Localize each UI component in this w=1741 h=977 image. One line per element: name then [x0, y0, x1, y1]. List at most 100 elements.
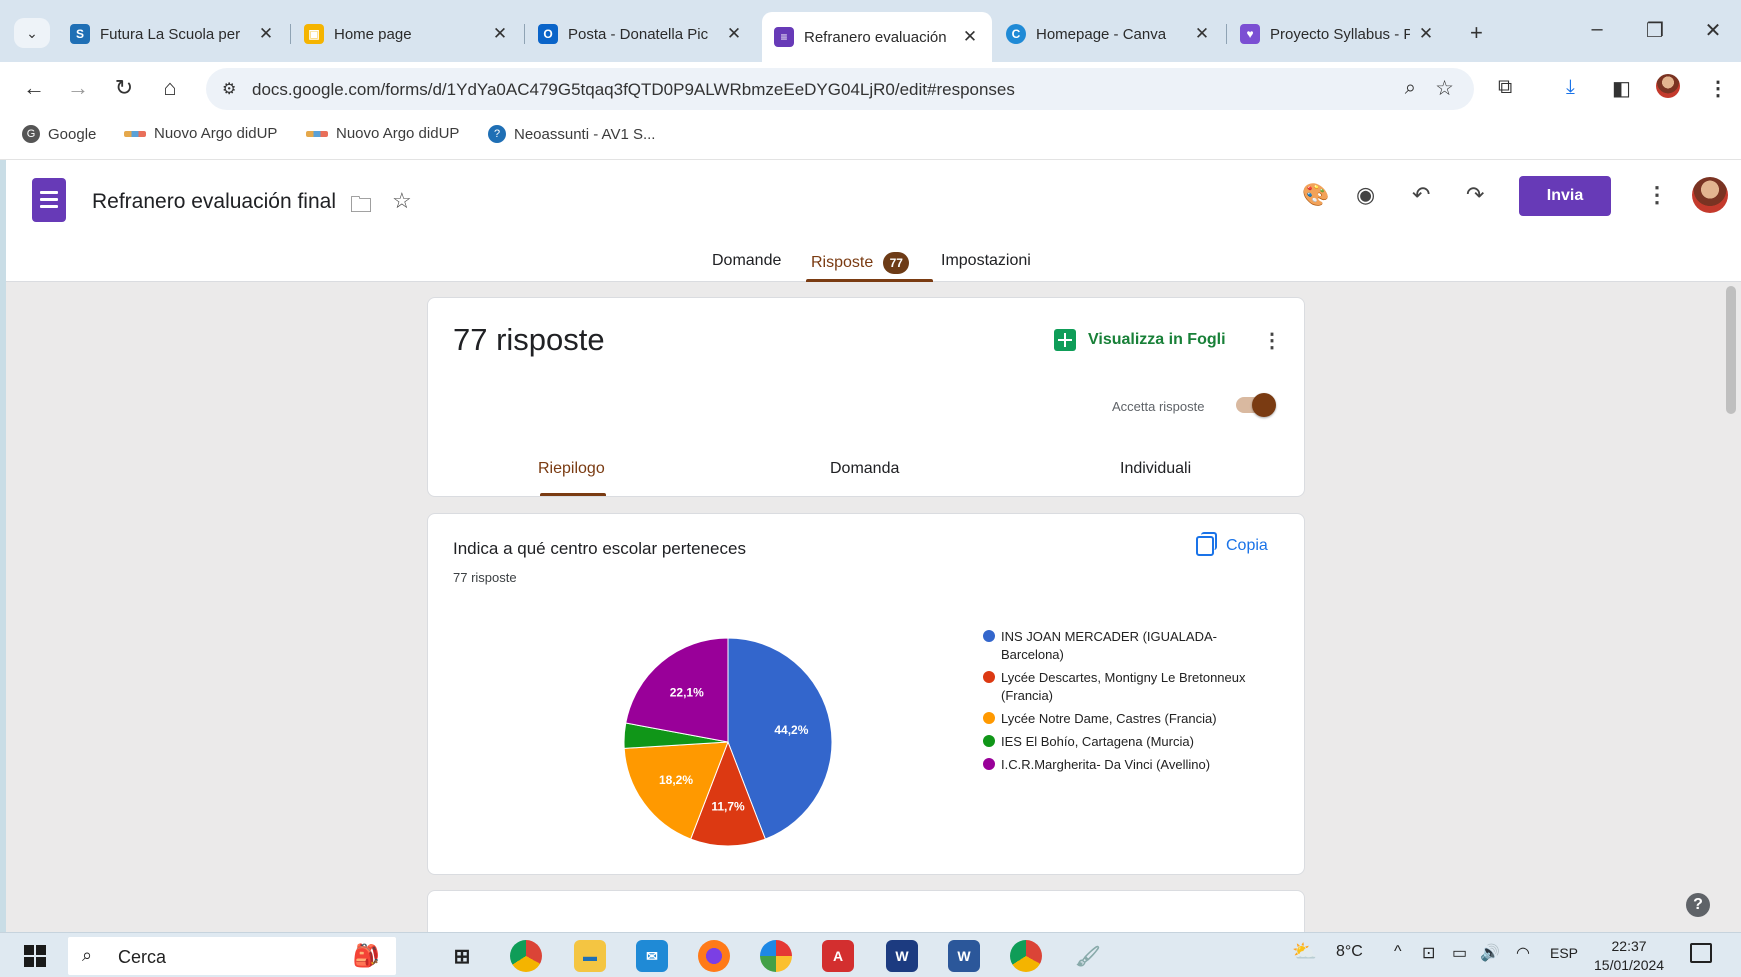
search-placeholder: Cerca — [118, 947, 167, 967]
restore-icon[interactable]: ❐ — [1640, 18, 1670, 43]
pinwheel-app-icon[interactable] — [760, 940, 792, 972]
tab-search-button[interactable]: ⌄ — [14, 18, 50, 48]
more-options-icon[interactable]: ⋮ — [1646, 182, 1668, 208]
legend-item: IES El Bohío, Cartagena (Murcia) — [983, 733, 1253, 751]
tray-chevron-icon[interactable]: ^ — [1394, 943, 1402, 961]
side-panel-icon[interactable]: ◧ — [1612, 76, 1631, 101]
profile-avatar[interactable] — [1656, 74, 1680, 98]
legend-swatch — [983, 712, 995, 724]
paint-icon[interactable]: 🖌 — [1072, 940, 1104, 972]
new-tab-icon[interactable]: + — [1470, 20, 1483, 46]
legend-item: INS JOAN MERCADER (IGUALADA-Barcelona) — [983, 628, 1253, 664]
download-icon[interactable]: ⤓ — [1566, 76, 1575, 99]
back-icon[interactable]: ← — [20, 74, 48, 102]
close-tab-icon[interactable]: ✕ — [1194, 24, 1210, 44]
active-subtab-indicator — [540, 493, 606, 496]
browser-tab[interactable]: C Homepage - Canva ✕ — [994, 14, 1220, 54]
send-button[interactable]: Invia — [1519, 176, 1611, 216]
url-text[interactable]: docs.google.com/forms/d/1YdYa0AC479G5tqa… — [252, 80, 1015, 100]
volume-icon[interactable]: 🔊 — [1480, 943, 1500, 963]
close-tab-icon[interactable]: ✕ — [1418, 24, 1434, 44]
system-clock[interactable]: 22:37 15/01/2024 — [1594, 937, 1664, 975]
close-tab-icon[interactable]: ✕ — [492, 24, 508, 44]
close-tab-icon[interactable]: ✕ — [726, 24, 742, 44]
form-title[interactable]: Refranero evaluación final — [92, 190, 336, 214]
language-indicator[interactable]: ESP — [1550, 945, 1578, 961]
futura-icon: S — [70, 24, 90, 44]
legend-swatch — [983, 671, 995, 683]
reload-icon[interactable]: ↻ — [110, 74, 138, 102]
bookmark-item[interactable]: Nuovo Argo didUP — [124, 125, 277, 142]
star-icon[interactable]: ☆ — [392, 188, 412, 214]
file-explorer-icon[interactable]: ▬ — [574, 940, 606, 972]
zoom-icon[interactable]: ⌕ — [1405, 77, 1416, 100]
notifications-icon[interactable] — [1690, 943, 1712, 963]
bookmark-star-icon[interactable]: ☆ — [1435, 76, 1454, 101]
sheets-icon — [1054, 329, 1076, 351]
tab-title: Proyecto Syllabus - P — [1270, 25, 1410, 43]
palette-icon[interactable]: 🎨 — [1302, 182, 1329, 208]
copy-chart-button[interactable]: Copia — [1196, 532, 1268, 556]
windows-start-icon[interactable] — [24, 945, 46, 967]
address-bar[interactable]: ⚙ docs.google.com/forms/d/1YdYa0AC479G5t… — [206, 68, 1474, 110]
tab-individual[interactable]: Individuali — [1120, 460, 1191, 478]
close-tab-icon[interactable]: ✕ — [258, 24, 274, 44]
browser-tab[interactable]: O Posta - Donatella Pic ✕ — [526, 14, 752, 54]
battery-icon[interactable]: ▭ — [1452, 943, 1467, 963]
scrollbar[interactable] — [1726, 286, 1736, 414]
browser-menu-icon[interactable]: ⋮ — [1708, 76, 1728, 101]
preview-eye-icon[interactable]: ◉ — [1356, 182, 1375, 208]
tab-questions[interactable]: Domande — [712, 252, 781, 270]
wifi-icon[interactable]: ◠ — [1516, 943, 1530, 963]
bookmark-label: Neoassunti - AV1 S... — [514, 125, 656, 143]
extensions-icon[interactable]: ⧉ — [1498, 76, 1512, 99]
folder-icon[interactable]: 🗀 — [350, 188, 372, 226]
clock-date: 15/01/2024 — [1594, 957, 1665, 973]
minimize-icon[interactable]: – — [1582, 18, 1612, 41]
responses-menu-icon[interactable]: ⋮ — [1262, 328, 1282, 353]
bookmark-item[interactable]: Nuovo Argo didUP — [306, 125, 459, 142]
bookmarks-bar: G Google Nuovo Argo didUP Nuovo Argo did… — [0, 114, 1741, 160]
weather-icon[interactable]: ⛅ — [1292, 939, 1317, 964]
browser-tab[interactable]: ♥ Proyecto Syllabus - P ✕ — [1228, 14, 1444, 54]
word-icon[interactable]: W — [948, 940, 980, 972]
bookmark-item[interactable]: G Google — [22, 125, 96, 143]
browser-tab[interactable]: S Futura La Scuola per ✕ — [58, 14, 284, 54]
tab-question[interactable]: Domanda — [830, 460, 899, 478]
weather-temp[interactable]: 8°C — [1336, 943, 1363, 961]
avatar[interactable] — [1692, 177, 1728, 213]
chrome-icon[interactable] — [510, 940, 542, 972]
forms-icon: ≡ — [774, 27, 794, 47]
argo-icon — [306, 130, 328, 137]
forms-logo-icon[interactable] — [32, 178, 66, 222]
firefox-icon[interactable] — [698, 940, 730, 972]
bookmark-item[interactable]: ? Neoassunti - AV1 S... — [488, 125, 655, 143]
help-icon[interactable]: ? — [1686, 893, 1710, 917]
close-window-icon[interactable]: ✕ — [1698, 18, 1728, 43]
home-icon[interactable]: ⌂ — [156, 74, 184, 102]
acrobat-icon[interactable]: A — [822, 940, 854, 972]
tab-settings[interactable]: Impostazioni — [941, 252, 1031, 270]
browser-toolbar: ← → ↻ ⌂ ⚙ docs.google.com/forms/d/1YdYa0… — [0, 62, 1741, 114]
browser-tab[interactable]: ▣ Home page ✕ — [292, 14, 518, 54]
network-device-icon[interactable]: ⊡ — [1422, 943, 1435, 963]
tab-responses[interactable]: Risposte 77 — [811, 252, 910, 274]
accept-responses-toggle[interactable] — [1236, 393, 1276, 417]
chrome-profile-icon[interactable] — [1010, 940, 1042, 972]
browser-tab-active[interactable]: ≡ Refranero evaluación ✕ — [762, 12, 992, 62]
bookmark-label: Nuovo Argo didUP — [154, 125, 278, 142]
task-view-icon[interactable]: ⊞ — [446, 940, 478, 972]
site-info-icon[interactable]: ⚙ — [222, 79, 236, 99]
teams-app-icon[interactable]: W — [886, 940, 918, 972]
tab-summary[interactable]: Riepilogo — [538, 460, 605, 478]
argo-icon — [124, 130, 146, 137]
redo-icon[interactable]: ↷ — [1466, 182, 1484, 208]
mail-icon[interactable]: ✉ — [636, 940, 668, 972]
forward-icon[interactable]: → — [64, 74, 92, 102]
tab-title: Homepage - Canva — [1036, 25, 1167, 43]
undo-icon[interactable]: ↶ — [1412, 182, 1430, 208]
taskbar-search[interactable]: ⌕ Cerca 🎒 — [68, 937, 396, 975]
view-in-sheets-link[interactable]: Visualizza in Fogli — [1054, 329, 1226, 351]
close-tab-icon[interactable]: ✕ — [962, 27, 978, 47]
pie-slice-label: 22,1% — [670, 685, 704, 699]
